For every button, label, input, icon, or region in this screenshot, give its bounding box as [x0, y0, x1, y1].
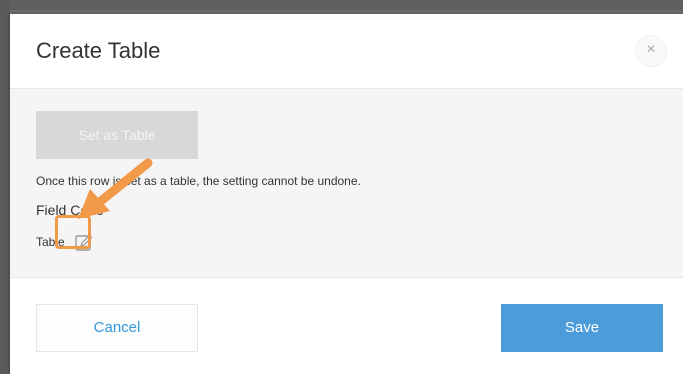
dialog-header: Create Table × [10, 14, 683, 89]
set-as-table-button[interactable]: Set as Table [36, 111, 198, 159]
save-button[interactable]: Save [501, 304, 663, 352]
dialog-body: Set as Table Once this row is set as a t… [10, 89, 683, 278]
pencil-square-icon [75, 234, 93, 251]
dialog-footer: Cancel Save [10, 278, 683, 374]
field-code-label: Field Code [36, 202, 104, 218]
dialog-title: Create Table [36, 38, 161, 63]
close-icon: × [646, 41, 656, 58]
close-button[interactable]: × [635, 35, 667, 67]
create-table-dialog: Create Table × Set as Table Once this ro… [10, 14, 683, 374]
irreversible-notice: Once this row is set as a table, the set… [36, 174, 361, 188]
cancel-button[interactable]: Cancel [36, 304, 198, 352]
edit-field-code-button[interactable] [72, 231, 96, 255]
backdrop-left [0, 0, 10, 374]
field-code-value: Table [36, 235, 65, 249]
backdrop-top [0, 0, 683, 10]
